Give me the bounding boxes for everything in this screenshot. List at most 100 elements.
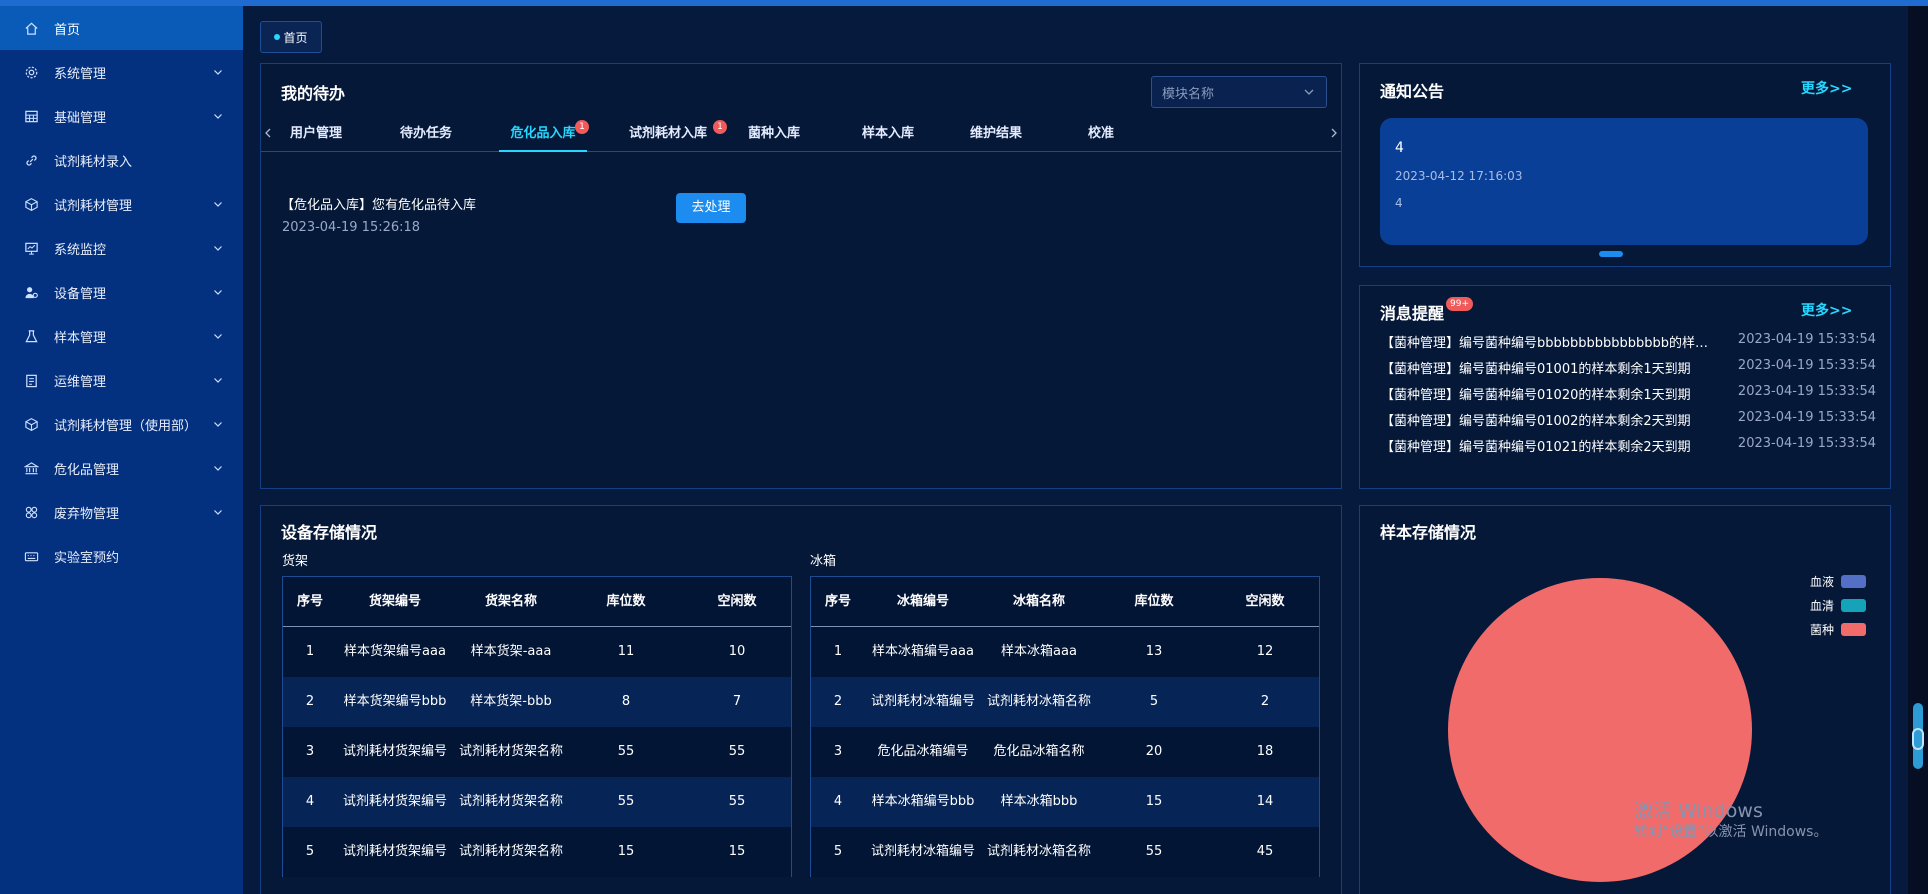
table-cell: 样本货架编号bbb: [343, 694, 447, 709]
table-row[interactable]: 1 样本货架编号aaa 样本货架-aaa 11 10: [283, 627, 791, 677]
notice-more-link[interactable]: 更多>>: [1801, 78, 1852, 98]
process-button[interactable]: 去处理: [676, 193, 746, 223]
table-cell: 试剂耗材货架编号: [342, 794, 447, 809]
todo-title: 我的待办: [281, 84, 346, 103]
sidebar-item-3[interactable]: 试剂耗材录入: [0, 138, 243, 182]
message-title: 消息提醒: [1380, 304, 1445, 323]
table-row[interactable]: 5 试剂耗材冰箱编号 试剂耗材冰箱名称 55 45: [811, 827, 1319, 877]
message-text: 【菌种管理】编号菌种编号bbbbbbbbbbbbbbbb的样本剩余1天到期: [1381, 336, 1719, 351]
shelf-table: 序号 货架编号 货架名称 库位数 空闲数 1 样本货架编号aaa 样本货架-aaa 11 10 2 样…: [282, 576, 792, 877]
table-cell: 3: [305, 744, 315, 759]
table-header: 序号 冰箱编号 冰箱名称 库位数 空闲数: [811, 577, 1319, 627]
clipboard-icon: [22, 371, 40, 389]
carousel-indicator[interactable]: [1599, 251, 1623, 257]
table-cell: 10: [728, 644, 746, 659]
sidebar-item-10[interactable]: 危化品管理: [0, 446, 243, 490]
table-cell: 试剂耗材冰箱名称: [986, 844, 1091, 859]
sidebar-item-label: 样本管理: [54, 330, 107, 346]
page-scrollbar[interactable]: [1908, 6, 1928, 894]
message-more-link[interactable]: 更多>>: [1801, 300, 1852, 320]
legend-item[interactable]: 血清: [1776, 597, 1866, 613]
legend-item[interactable]: 菌种: [1776, 621, 1866, 637]
todo-tab-6[interactable]: 维护结果: [961, 116, 1031, 152]
chevron-down-icon: [213, 506, 223, 516]
sidebar-item-7[interactable]: 样本管理: [0, 314, 243, 358]
table-cell: 5: [1149, 694, 1159, 709]
module-select[interactable]: 模块名称: [1151, 76, 1327, 108]
table-row[interactable]: 2 样本货架编号bbb 样本货架-bbb 8 7: [283, 677, 791, 727]
sidebar-item-9[interactable]: 试剂耗材管理（使用部）: [0, 402, 243, 446]
table-cell: 2: [833, 694, 843, 709]
table-cell: 试剂耗材冰箱编号: [870, 844, 975, 859]
sidebar-item-5[interactable]: 系统监控: [0, 226, 243, 270]
todo-tab-2[interactable]: 危化品入库 1: [499, 116, 589, 152]
legend-label: 血清: [1809, 599, 1834, 613]
sidebar-item-label: 试剂耗材录入: [54, 154, 133, 170]
table-cell: 13: [1145, 644, 1163, 659]
message-item[interactable]: 【菌种管理】编号菌种编号01020的样本剩余1天到期 2023-04-19 15:…: [1381, 384, 1876, 404]
column-header: 空闲数: [717, 594, 757, 609]
sidebar-item-1[interactable]: 系统管理: [0, 50, 243, 94]
notice-panel: 通知公告 更多>> 4 2023-04-12 17:16:03 4: [1359, 63, 1891, 267]
table-row[interactable]: 4 试剂耗材货架编号 试剂耗材货架名称 55 55: [283, 777, 791, 827]
sidebar-item-label: 试剂耗材管理: [54, 198, 133, 214]
table-cell: 12: [1256, 644, 1274, 659]
sidebar-item-12[interactable]: 实验室预约: [0, 534, 243, 578]
notice-title: 通知公告: [1380, 82, 1445, 101]
table-cell: 1: [305, 644, 315, 659]
table-cell: 20: [1145, 744, 1163, 759]
chevron-down-icon: [213, 198, 223, 208]
todo-tab-badge: 1: [713, 120, 727, 134]
todo-tab-0[interactable]: 用户管理: [281, 116, 351, 152]
message-item[interactable]: 【菌种管理】编号菌种编号01001的样本剩余1天到期 2023-04-19 15:…: [1381, 358, 1876, 378]
table-cell: 3: [833, 744, 843, 759]
todo-tab-1[interactable]: 待办任务: [391, 116, 461, 152]
message-time: 2023-04-19 15:33:54: [1737, 384, 1876, 399]
legend-item[interactable]: 血液: [1776, 573, 1866, 589]
table-row[interactable]: 3 危化品冰箱编号 危化品冰箱名称 20 18: [811, 727, 1319, 777]
table-row[interactable]: 3 试剂耗材货架编号 试剂耗材货架名称 55 55: [283, 727, 791, 777]
sidebar-item-2[interactable]: 基础管理: [0, 94, 243, 138]
todo-tab-5[interactable]: 样本入库: [853, 116, 923, 152]
table-row[interactable]: 5 试剂耗材货架编号 试剂耗材货架名称 15 15: [283, 827, 791, 877]
windows-activation-hint: 转到“设置”以激活 Windows。: [1634, 824, 1828, 840]
table-cell: 样本冰箱bbb: [1000, 794, 1078, 809]
sidebar-item-label: 首页: [54, 22, 81, 38]
message-item[interactable]: 【菌种管理】编号菌种编号01021的样本剩余2天到期 2023-04-19 15:…: [1381, 436, 1876, 456]
todo-tab-3[interactable]: 试剂耗材入库 1: [613, 116, 727, 152]
table-row[interactable]: 2 试剂耗材冰箱编号 试剂耗材冰箱名称 5 2: [811, 677, 1319, 727]
legend-swatch: [1841, 623, 1866, 636]
table-cell: 1: [833, 644, 843, 659]
notice-card-time: 2023-04-12 17:16:03: [1395, 169, 1523, 183]
active-dot-icon: [274, 34, 281, 40]
message-item[interactable]: 【菌种管理】编号菌种编号bbbbbbbbbbbbbbbb的样本剩余1天到期 202…: [1381, 332, 1876, 352]
sidebar-item-6[interactable]: 设备管理: [0, 270, 243, 314]
sidebar-item-0[interactable]: 首页: [0, 6, 243, 50]
notice-card[interactable]: 4 2023-04-12 17:16:03 4: [1380, 118, 1868, 245]
todo-panel: 我的待办 模块名称 用户管理 待办任务 危化品入库 1 试剂耗材入库 1 菌种入库 样本入库 维…: [260, 63, 1342, 489]
todo-tab-4[interactable]: 菌种入库: [739, 116, 809, 152]
sidebar-item-11[interactable]: 废弃物管理: [0, 490, 243, 534]
link-icon: [22, 151, 40, 169]
todo-tab-7[interactable]: 校准: [1079, 116, 1123, 152]
sidebar-item-label: 基础管理: [54, 110, 107, 126]
table-cell: 55: [617, 744, 635, 759]
breadcrumb-tab-home[interactable]: 首页: [260, 21, 322, 53]
table-cell: 7: [732, 694, 742, 709]
table-cell: 55: [728, 744, 746, 759]
todo-tabs: 用户管理 待办任务 危化品入库 1 试剂耗材入库 1 菌种入库 样本入库 维护结果 校准: [261, 116, 1341, 152]
table-cell: 15: [728, 844, 746, 859]
sidebar-item-8[interactable]: 运维管理: [0, 358, 243, 402]
table-row[interactable]: 4 样本冰箱编号bbb 样本冰箱bbb 15 14: [811, 777, 1319, 827]
table-cell: 55: [728, 794, 746, 809]
legend-label: 血液: [1809, 575, 1834, 589]
table-cell: 试剂耗材货架名称: [458, 844, 563, 859]
message-item[interactable]: 【菌种管理】编号菌种编号01002的样本剩余2天到期 2023-04-19 15:…: [1381, 410, 1876, 430]
chevron-down-icon: [213, 242, 223, 252]
legend-label: 菌种: [1809, 623, 1834, 637]
table-row[interactable]: 1 样本冰箱编号aaa 样本冰箱aaa 13 12: [811, 627, 1319, 677]
todo-tab-label: 用户管理: [289, 126, 342, 141]
sidebar-item-4[interactable]: 试剂耗材管理: [0, 182, 243, 226]
todo-item-text: 【危化品入库】您有危化品待入库: [281, 198, 477, 213]
table-cell: 14: [1256, 794, 1274, 809]
